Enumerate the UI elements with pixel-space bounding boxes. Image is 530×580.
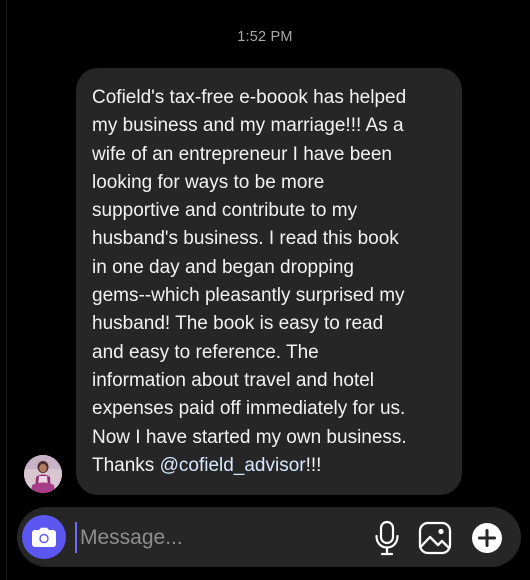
user-avatar-icon	[24, 455, 62, 493]
image-gallery-icon	[418, 521, 452, 555]
message-body: Cofield's tax-free e-boook has helped my…	[92, 87, 407, 476]
sender-avatar[interactable]	[24, 455, 62, 493]
microphone-button[interactable]	[372, 520, 402, 556]
message-text: Cofield's tax-free e-boook has helped my…	[92, 84, 452, 480]
message-bubble[interactable]: Cofield's tax-free e-boook has helped my…	[76, 68, 462, 495]
message-input[interactable]	[80, 521, 350, 554]
message-tail: !!!	[305, 454, 322, 476]
message-timestamp: 1:52 PM	[237, 29, 293, 45]
gallery-button[interactable]	[417, 520, 453, 556]
add-button[interactable]	[469, 520, 505, 556]
microphone-icon	[375, 520, 399, 556]
camera-icon	[32, 527, 56, 547]
left-divider	[6, 0, 7, 580]
mention-link[interactable]: @cofield_advisor	[160, 455, 306, 476]
text-cursor	[75, 522, 77, 553]
camera-button[interactable]	[22, 515, 66, 559]
plus-icon	[472, 523, 502, 553]
